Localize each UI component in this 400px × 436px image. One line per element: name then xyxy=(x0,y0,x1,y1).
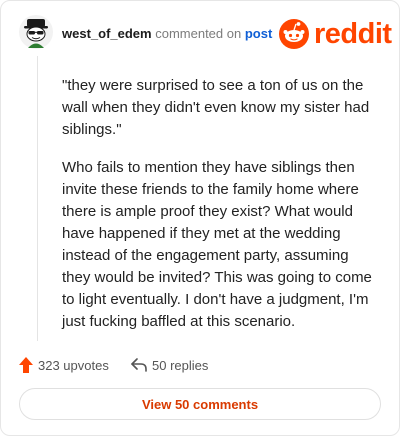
replies-button[interactable]: 50 replies xyxy=(131,355,208,375)
post-link[interactable]: post xyxy=(245,26,272,41)
view-comments-button[interactable]: View 50 comments xyxy=(19,388,381,420)
thread-line xyxy=(37,56,38,341)
username-link[interactable]: west_of_edem xyxy=(62,26,152,41)
reply-arrow-icon xyxy=(131,358,147,372)
comment-actions: 323 upvotes 50 replies xyxy=(19,355,379,375)
comment-quote-paragraph: "they were surprised to see a ton of us … xyxy=(62,77,370,138)
snoo-avatar-icon[interactable] xyxy=(19,15,53,49)
upvote-button[interactable]: 323 upvotes xyxy=(19,355,109,375)
comment-body: "they were surprised to see a ton of us … xyxy=(62,75,374,349)
reddit-logo[interactable]: reddit xyxy=(278,17,392,51)
reddit-wordmark: reddit xyxy=(314,18,392,50)
upvote-count: 323 upvotes xyxy=(38,357,109,373)
replies-count: 50 replies xyxy=(152,357,209,373)
comment-paragraph: Who fails to mention they have siblings … xyxy=(62,159,372,330)
comment-header: west_of_edem commented on post xyxy=(62,26,272,41)
upvote-arrow-icon xyxy=(19,357,33,373)
comment-card: west_of_edem commented on post reddit "t… xyxy=(0,0,400,436)
commented-on-label: commented on xyxy=(155,26,242,41)
